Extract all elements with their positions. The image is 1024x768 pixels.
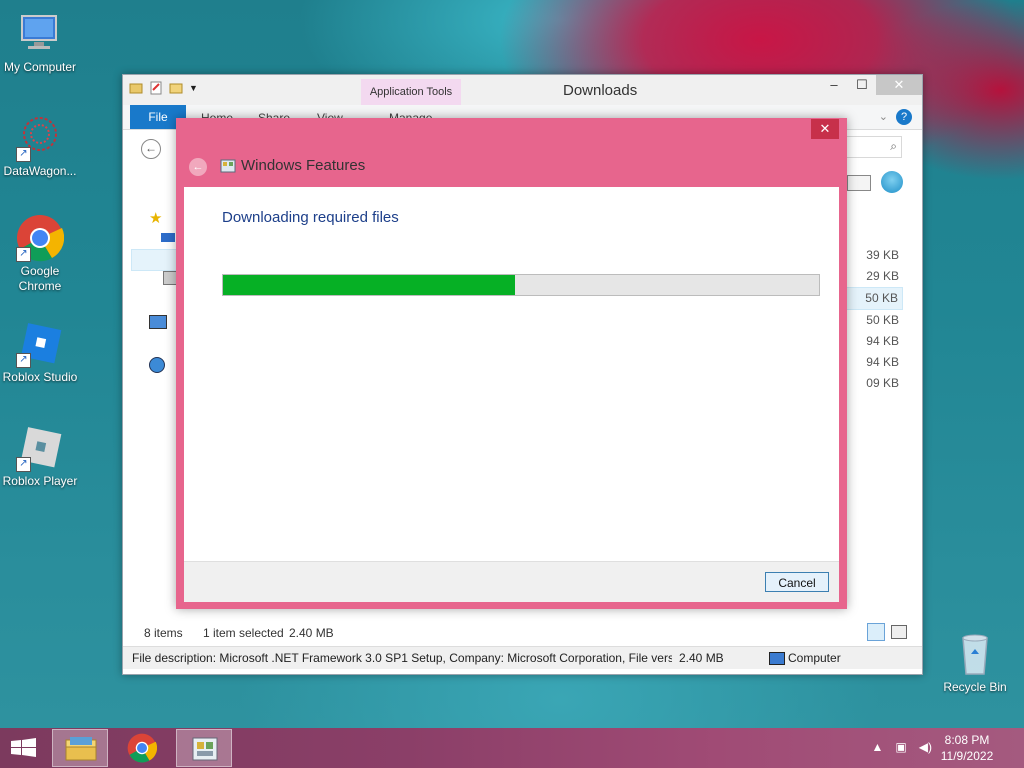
start-button[interactable] [10, 738, 38, 761]
show-hidden-icons-icon[interactable]: ▲ [872, 740, 884, 754]
computer-icon [16, 10, 64, 58]
file-size-column: 39 KB 29 KB 50 KB 50 KB 94 KB 94 KB 09 K… [843, 245, 903, 394]
desktop-icon-label: My Computer [3, 60, 77, 74]
dialog-close-button[interactable]: ✕ [811, 119, 839, 139]
recycle-bin-icon [951, 630, 999, 678]
close-button[interactable]: ✕ [876, 75, 922, 95]
desktop-icon[interactable] [161, 233, 175, 242]
network-nav-icon[interactable] [149, 357, 165, 373]
desktop-icon-recycle-bin[interactable]: Recycle Bin [935, 630, 1015, 695]
application-tools-label: Application Tools [361, 79, 461, 105]
dialog-content: Downloading required files [184, 187, 839, 561]
roblox-studio-icon: ↗ [16, 320, 64, 368]
chrome-icon [127, 733, 157, 763]
desktop-icon-my-computer[interactable]: My Computer [0, 10, 80, 75]
favorites-star-icon[interactable]: ★ [149, 209, 162, 227]
desktop-icon-label: DataWagon... [3, 164, 77, 178]
window-title: Downloads [563, 82, 638, 99]
shortcut-arrow-icon: ↗ [16, 353, 31, 368]
window-controls: – ☐ ✕ [820, 75, 922, 95]
downloads-nav-item[interactable] [131, 249, 181, 271]
file-size: 39 KB [866, 248, 899, 262]
file-size: 50 KB [843, 287, 903, 310]
progress-fill [223, 275, 516, 295]
windows-features-icon [192, 737, 218, 761]
chrome-icon: ↗ [16, 214, 65, 262]
search-input[interactable]: ⌕ [842, 136, 902, 158]
taskbar-windows-features[interactable] [176, 729, 232, 767]
details-bar: File description: Microsoft .NET Framewo… [123, 646, 922, 669]
datawagon-icon: ↗ [16, 114, 64, 162]
clock[interactable]: 8:08 PM 11/9/2022 [932, 732, 1002, 764]
volume-icon[interactable]: ◀) [919, 740, 932, 754]
folder-icon [65, 737, 97, 761]
file-size: 09 KB [866, 376, 899, 390]
windows-features-icon [220, 158, 236, 174]
taskbar-file-explorer[interactable] [52, 729, 108, 767]
back-arrow-icon[interactable]: ← [189, 158, 207, 176]
location-label: Computer [788, 651, 841, 665]
shortcut-arrow-icon: ↗ [16, 247, 31, 262]
desktop-icon-roblox-studio[interactable]: ↗ Roblox Studio [0, 320, 80, 385]
new-folder-icon[interactable] [169, 81, 183, 95]
minimize-button[interactable]: – [820, 75, 848, 95]
file-size-detail: 2.40 MB [679, 651, 724, 665]
taskbar: ▲ ▣ ◀) 8:08 PM 11/9/2022 [0, 728, 1024, 768]
folder-icon[interactable] [129, 81, 143, 95]
maximize-button[interactable]: ☐ [848, 75, 876, 95]
clock-date: 11/9/2022 [940, 749, 994, 763]
selected-count: 1 item selected [203, 626, 284, 640]
network-icon[interactable]: ▣ [895, 740, 906, 754]
desktop-icon-label: Roblox Player [2, 474, 78, 488]
desktop-icon-label: Roblox Studio [2, 370, 78, 384]
back-arrow-icon[interactable]: ← [141, 139, 161, 159]
quick-access-toolbar: ▼ [129, 81, 203, 95]
windows-features-dialog: ✕ ← Windows Features Downloading require… [176, 118, 847, 609]
desktop-icon-chrome[interactable]: ↗ Google Chrome [0, 214, 80, 294]
dialog-footer: Cancel [184, 561, 839, 602]
shortcut-arrow-icon: ↗ [16, 147, 31, 162]
file-size: 94 KB [866, 355, 899, 369]
desktop-icon-label: Recycle Bin [943, 680, 1007, 694]
download-progress-bar [222, 274, 820, 296]
chevron-down-icon[interactable]: ▼ [189, 81, 203, 95]
properties-icon[interactable] [149, 81, 163, 95]
large-icons-view-icon[interactable] [891, 625, 907, 639]
status-bar: 8 items 1 item selected 2.40 MB [123, 623, 922, 643]
app-icon [881, 171, 903, 193]
cancel-button[interactable]: Cancel [765, 572, 829, 592]
recent-places-icon[interactable] [163, 271, 177, 285]
roblox-player-icon: ↗ [16, 424, 64, 472]
chevron-down-icon[interactable]: ⌄ [879, 110, 888, 123]
help-icon[interactable]: ? [896, 109, 912, 125]
details-view-icon[interactable] [867, 623, 885, 641]
taskbar-chrome[interactable] [115, 729, 171, 767]
preview-pane-icon[interactable] [847, 175, 871, 191]
computer-icon [769, 652, 785, 665]
file-size: 50 KB [866, 313, 899, 327]
dialog-heading: Downloading required files [222, 209, 399, 226]
clock-time: 8:08 PM [944, 733, 990, 747]
desktop-icon-label: Google Chrome [18, 264, 62, 293]
system-tray: ▲ ▣ ◀) [872, 740, 932, 754]
file-size: 94 KB [866, 334, 899, 348]
selected-size: 2.40 MB [289, 626, 334, 640]
item-count: 8 items [144, 626, 183, 640]
file-size: 29 KB [866, 269, 899, 283]
desktop-icon-roblox-player[interactable]: ↗ Roblox Player [0, 424, 80, 489]
file-description: File description: Microsoft .NET Framewo… [132, 651, 672, 665]
shortcut-arrow-icon: ↗ [16, 457, 31, 472]
computer-nav-icon[interactable] [149, 315, 167, 329]
explorer-titlebar: ▼ Application Tools Downloads – ☐ ✕ [123, 75, 922, 105]
search-icon: ⌕ [890, 139, 897, 153]
desktop-icon-datawagon[interactable]: ↗ DataWagon... [0, 114, 80, 179]
dialog-title: Windows Features [241, 157, 366, 174]
